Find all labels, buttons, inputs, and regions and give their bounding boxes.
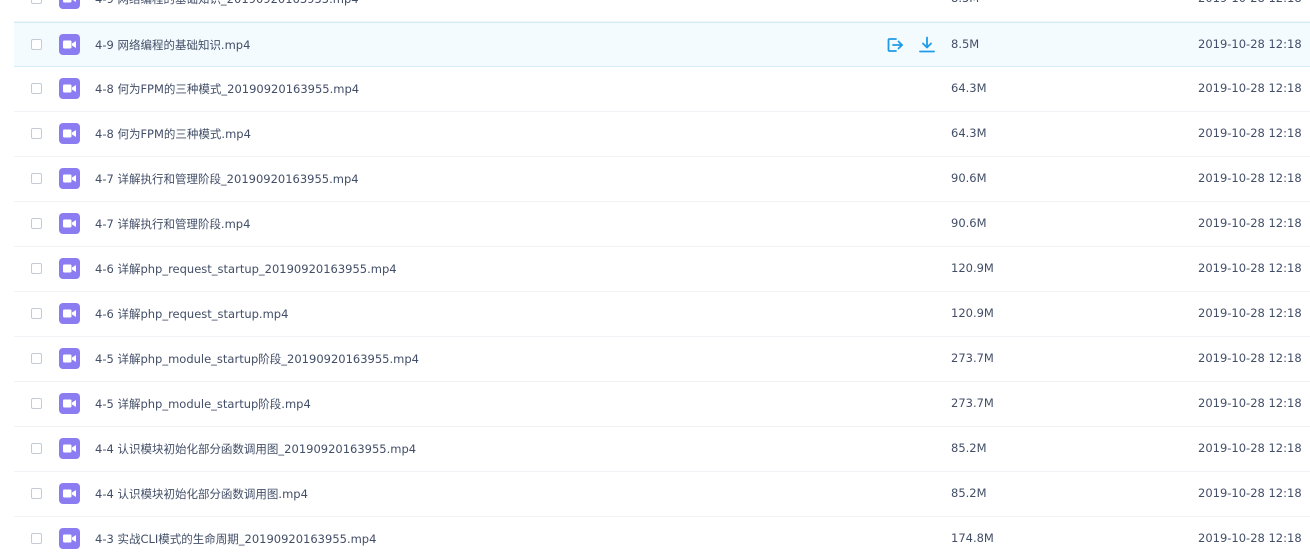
file-date: 2019-10-28 12:18 <box>1198 441 1302 455</box>
file-date: 2019-10-28 12:18 <box>1198 171 1302 185</box>
video-file-icon <box>59 258 80 279</box>
file-size: 273.7M <box>951 396 994 410</box>
file-name[interactable]: 4-5 详解php_module_startup阶段.mp4 <box>95 396 311 412</box>
file-row[interactable]: 4-5 详解php_module_startup阶段_2019092016395… <box>14 337 1310 382</box>
row-checkbox[interactable] <box>31 398 42 409</box>
file-row[interactable]: 4-6 详解php_request_startup.mp4 120.9M 201… <box>14 292 1310 337</box>
file-size: 174.8M <box>951 531 994 545</box>
video-file-icon <box>59 393 80 414</box>
file-size: 85.2M <box>951 486 987 500</box>
file-row[interactable]: 4-7 详解执行和管理阶段_20190920163955.mp4 90.6M 2… <box>14 157 1310 202</box>
file-row[interactable]: 4-4 认识模块初始化部分函数调用图.mp4 85.2M 2019-10-28 … <box>14 472 1310 517</box>
video-file-icon <box>59 123 80 144</box>
row-checkbox[interactable] <box>31 308 42 319</box>
row-checkbox[interactable] <box>31 173 42 184</box>
row-checkbox[interactable] <box>31 488 42 499</box>
file-list: 4-9 网络编程的基础知识_20190920163955.mp4 8.5M 20… <box>0 0 1310 558</box>
file-name[interactable]: 4-8 何为FPM的三种模式.mp4 <box>95 126 251 142</box>
video-file-icon <box>59 34 80 55</box>
video-file-icon <box>59 528 80 549</box>
row-checkbox[interactable] <box>31 83 42 94</box>
video-file-icon <box>59 348 80 369</box>
file-row[interactable]: 4-5 详解php_module_startup阶段.mp4 273.7M 20… <box>14 382 1310 427</box>
share-icon[interactable] <box>886 36 904 54</box>
file-name[interactable]: 4-3 实战CLI模式的生命周期_20190920163955.mp4 <box>95 531 376 547</box>
video-file-icon <box>59 0 80 9</box>
file-name[interactable]: 4-9 网络编程的基础知识.mp4 <box>95 37 250 53</box>
video-file-icon <box>59 438 80 459</box>
file-date: 2019-10-28 12:18 <box>1198 351 1302 365</box>
file-row[interactable]: 4-3 实战CLI模式的生命周期_20190920163955.mp4 174.… <box>14 517 1310 558</box>
row-checkbox[interactable] <box>31 443 42 454</box>
file-date: 2019-10-28 12:18 <box>1198 486 1302 500</box>
file-size: 8.5M <box>951 37 980 51</box>
file-size: 64.3M <box>951 81 987 95</box>
file-size: 120.9M <box>951 261 994 275</box>
video-file-icon <box>59 483 80 504</box>
row-checkbox[interactable] <box>31 128 42 139</box>
video-file-icon <box>59 303 80 324</box>
file-date: 2019-10-28 12:18 <box>1198 261 1302 275</box>
file-date: 2019-10-28 12:18 <box>1198 396 1302 410</box>
file-row[interactable]: 4-7 详解执行和管理阶段.mp4 90.6M 2019-10-28 12:18 <box>14 202 1310 247</box>
file-name[interactable]: 4-7 详解执行和管理阶段_20190920163955.mp4 <box>95 171 359 187</box>
file-name[interactable]: 4-8 何为FPM的三种模式_20190920163955.mp4 <box>95 81 359 97</box>
row-checkbox[interactable] <box>31 39 42 50</box>
file-date: 2019-10-28 12:18 <box>1198 81 1302 95</box>
file-row[interactable]: 4-8 何为FPM的三种模式.mp4 64.3M 2019-10-28 12:1… <box>14 112 1310 157</box>
row-checkbox[interactable] <box>31 533 42 544</box>
video-file-icon <box>59 168 80 189</box>
file-row[interactable]: 4-9 网络编程的基础知识_20190920163955.mp4 8.5M 20… <box>14 0 1310 22</box>
file-name[interactable]: 4-4 认识模块初始化部分函数调用图.mp4 <box>95 486 308 502</box>
row-checkbox[interactable] <box>31 218 42 229</box>
file-name[interactable]: 4-6 详解php_request_startup.mp4 <box>95 306 288 322</box>
file-date: 2019-10-28 12:18 <box>1198 531 1302 545</box>
file-size: 90.6M <box>951 216 987 230</box>
file-rows: 4-9 网络编程的基础知识_20190920163955.mp4 8.5M 20… <box>14 0 1310 558</box>
file-name[interactable]: 4-7 详解执行和管理阶段.mp4 <box>95 216 250 232</box>
file-size: 64.3M <box>951 126 987 140</box>
file-date: 2019-10-28 12:18 <box>1198 0 1302 5</box>
file-name[interactable]: 4-4 认识模块初始化部分函数调用图_20190920163955.mp4 <box>95 441 416 457</box>
file-row[interactable]: 4-4 认识模块初始化部分函数调用图_20190920163955.mp4 85… <box>14 427 1310 472</box>
video-file-icon <box>59 213 80 234</box>
file-date: 2019-10-28 12:18 <box>1198 37 1302 51</box>
file-size: 273.7M <box>951 351 994 365</box>
file-size: 90.6M <box>951 171 987 185</box>
row-checkbox[interactable] <box>31 353 42 364</box>
file-name[interactable]: 4-5 详解php_module_startup阶段_2019092016395… <box>95 351 419 367</box>
row-checkbox[interactable] <box>31 0 42 4</box>
file-name[interactable]: 4-9 网络编程的基础知识_20190920163955.mp4 <box>95 0 359 7</box>
file-row[interactable]: 4-8 何为FPM的三种模式_20190920163955.mp4 64.3M … <box>14 67 1310 112</box>
file-size: 120.9M <box>951 306 994 320</box>
download-icon[interactable] <box>918 36 936 54</box>
file-date: 2019-10-28 12:18 <box>1198 216 1302 230</box>
file-size: 85.2M <box>951 441 987 455</box>
file-row[interactable]: 4-9 网络编程的基础知识.mp4 8.5M 2019-10-28 12:18 <box>14 22 1310 67</box>
video-file-icon <box>59 78 80 99</box>
file-date: 2019-10-28 12:18 <box>1198 306 1302 320</box>
file-row[interactable]: 4-6 详解php_request_startup_20190920163955… <box>14 247 1310 292</box>
file-name[interactable]: 4-6 详解php_request_startup_20190920163955… <box>95 261 397 277</box>
file-size: 8.5M <box>951 0 979 5</box>
file-date: 2019-10-28 12:18 <box>1198 126 1302 140</box>
row-checkbox[interactable] <box>31 263 42 274</box>
